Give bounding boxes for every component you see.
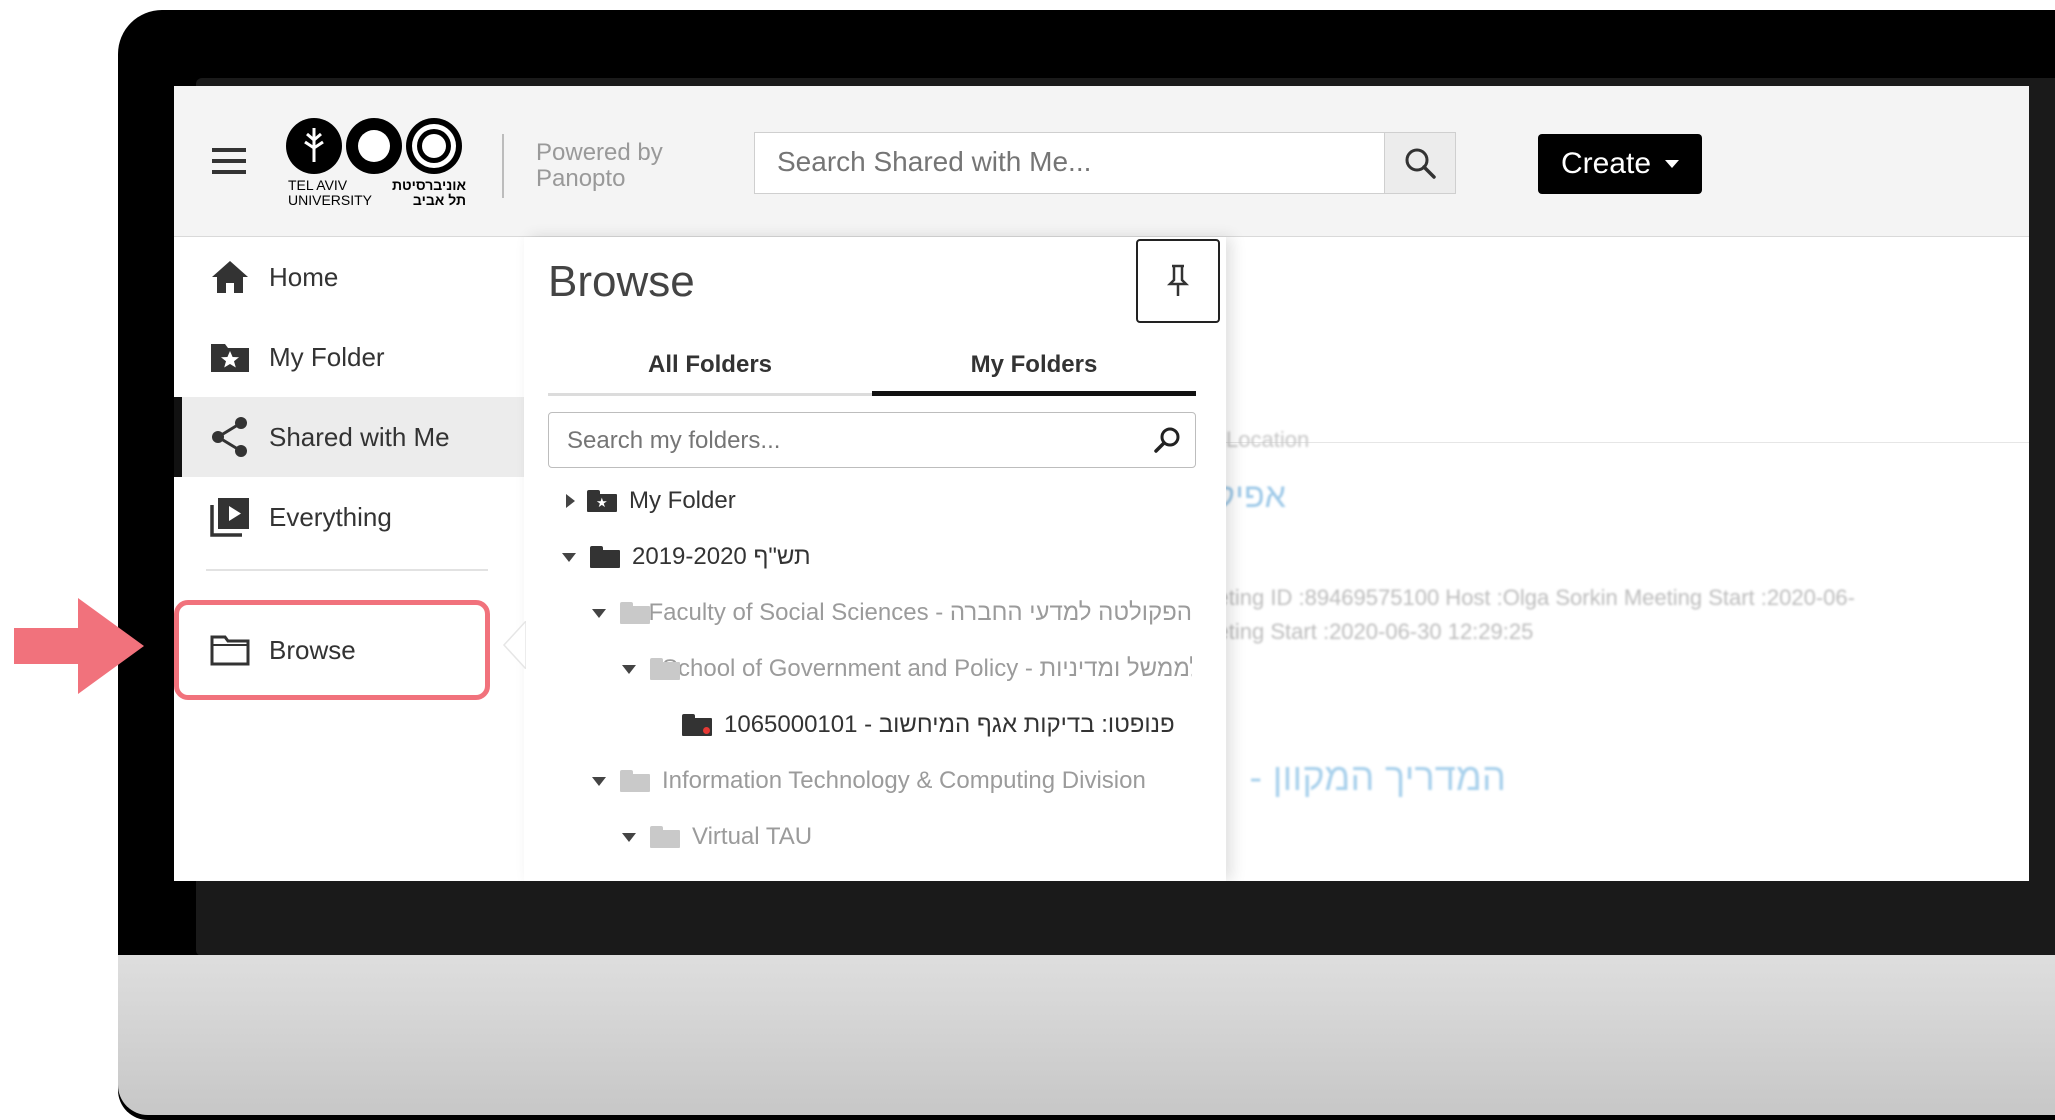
browse-tabs: All Folders My Folders: [548, 337, 1196, 396]
tree-label: Faculty of Social Sciences - הפקולטה למד…: [648, 599, 1192, 626]
starred-folder-icon: [210, 337, 250, 377]
tau-logo-circles-icon: [286, 118, 462, 174]
pin-icon: [1166, 264, 1190, 296]
caret-down-icon[interactable]: [562, 552, 576, 562]
app-header: TEL AVIV UNIVERSITY אוניברסיטת תל אביב Po…: [174, 86, 2029, 237]
search-button[interactable]: [1384, 133, 1455, 193]
folder-icon: [620, 770, 650, 792]
logo-text-he: אוניברסיטת תל אביב: [391, 177, 466, 208]
session-title-1[interactable]: אפיק: [1215, 477, 1286, 516]
folder-search-field[interactable]: [548, 412, 1196, 468]
sidebar-item-label: Home: [269, 261, 339, 292]
sidebar-divider: [206, 569, 488, 571]
column-location: Location: [1226, 427, 1310, 452]
browse-title: Browse: [548, 257, 695, 306]
search-icon[interactable]: [1153, 425, 1183, 455]
folder-icon: [650, 826, 680, 848]
main-content-backdrop: Location אפיק Meeting ID :89469575100 Ho…: [1186, 237, 2029, 881]
sidebar-item-label: My Folder: [269, 341, 385, 372]
browse-highlight-box: [174, 600, 490, 700]
search-icon: [1405, 148, 1436, 179]
create-button[interactable]: Create: [1538, 134, 1702, 194]
logo-text-en: TEL AVIV UNIVERSITY: [288, 177, 373, 208]
tree-label: Virtual TAU: [692, 823, 813, 850]
caret-down-icon[interactable]: [592, 776, 606, 786]
session-meta-1: Meeting ID :89469575100 Host :Olga Sorki…: [1186, 585, 1855, 610]
powered-by-panopto: Powered by Panopto: [536, 139, 663, 192]
home-icon: [210, 257, 250, 297]
session-title-2[interactable]: המדריך המקוון -: [1226, 757, 1506, 800]
session-meta-2: Meeting Start :2020-06-30 12:29:25: [1186, 619, 1534, 644]
screen: TEL AVIV UNIVERSITY אוניברסיטת תל אביב Po…: [174, 86, 2029, 881]
tree-label: My Folder: [629, 487, 736, 514]
folder-search-input[interactable]: [565, 426, 1129, 456]
sidebar-item-label: Everything: [269, 501, 392, 532]
tree-row-panopto-tests[interactable]: פנופטו: בדיקות אגף המיחשוב - 1065000101: [682, 701, 1192, 749]
tab-all-folders[interactable]: All Folders: [548, 337, 872, 393]
tree-row-virtual-tau[interactable]: Virtual TAU: [622, 813, 812, 861]
tree-label: School of Government and Policy - בית הס…: [662, 655, 1192, 682]
monitor-chin: [118, 955, 2055, 1115]
tree-label: פנופטו: בדיקות אגף המיחשוב - 1065000101: [724, 711, 1175, 738]
shared-search-field[interactable]: [754, 132, 1456, 194]
panel-pointer: [502, 621, 526, 669]
video-library-icon: [210, 497, 250, 537]
shared-search-input[interactable]: [775, 145, 1339, 179]
folder-icon: [620, 602, 650, 624]
share-icon: [210, 417, 250, 457]
starred-folder-icon: ★: [587, 490, 617, 512]
sidebar-item-everything[interactable]: Everything: [174, 477, 524, 557]
pin-button[interactable]: [1136, 239, 1220, 323]
pointer-arrow-icon: [14, 598, 144, 694]
tree-row-government[interactable]: School of Government and Policy - בית הס…: [622, 645, 1192, 693]
caret-down-icon: [1665, 160, 1680, 168]
caret-right-icon[interactable]: [566, 494, 575, 508]
tree-row-social-sciences[interactable]: Faculty of Social Sciences - הפקולטה למד…: [592, 589, 1192, 637]
caret-down-icon[interactable]: [622, 664, 636, 674]
tree-row-it-division[interactable]: Information Technology & Computing Divis…: [592, 757, 1192, 805]
column-header-divider: [1226, 442, 2029, 443]
header-divider: [502, 134, 504, 198]
sidebar: Home My Folder Shared with Me Everything: [174, 237, 525, 881]
sidebar-item-my-folder[interactable]: My Folder: [174, 317, 524, 397]
tau-logo[interactable]: TEL AVIV UNIVERSITY אוניברסיטת תל אביב: [284, 114, 474, 214]
tree-label: Information Technology & Computing Divis…: [662, 767, 1146, 794]
sidebar-item-label: Shared with Me: [269, 421, 450, 452]
browse-panel: Browse All Folders My Folders ★ My Folde…: [524, 237, 1226, 881]
sidebar-item-shared[interactable]: Shared with Me: [174, 397, 524, 477]
tree-label: תש"ף 2019-2020: [632, 543, 811, 570]
caret-down-icon[interactable]: [622, 832, 636, 842]
restricted-folder-icon: [682, 714, 712, 736]
folder-icon: [590, 546, 620, 568]
create-label: Create: [1560, 147, 1652, 180]
sidebar-item-home[interactable]: Home: [174, 237, 524, 317]
tree-row-year[interactable]: תש"ף 2019-2020: [562, 533, 811, 581]
hamburger-menu-icon[interactable]: [212, 148, 246, 174]
caret-down-icon[interactable]: [592, 608, 606, 618]
tab-my-folders[interactable]: My Folders: [872, 337, 1196, 396]
tree-row-my-folder[interactable]: ★ My Folder: [562, 477, 736, 525]
